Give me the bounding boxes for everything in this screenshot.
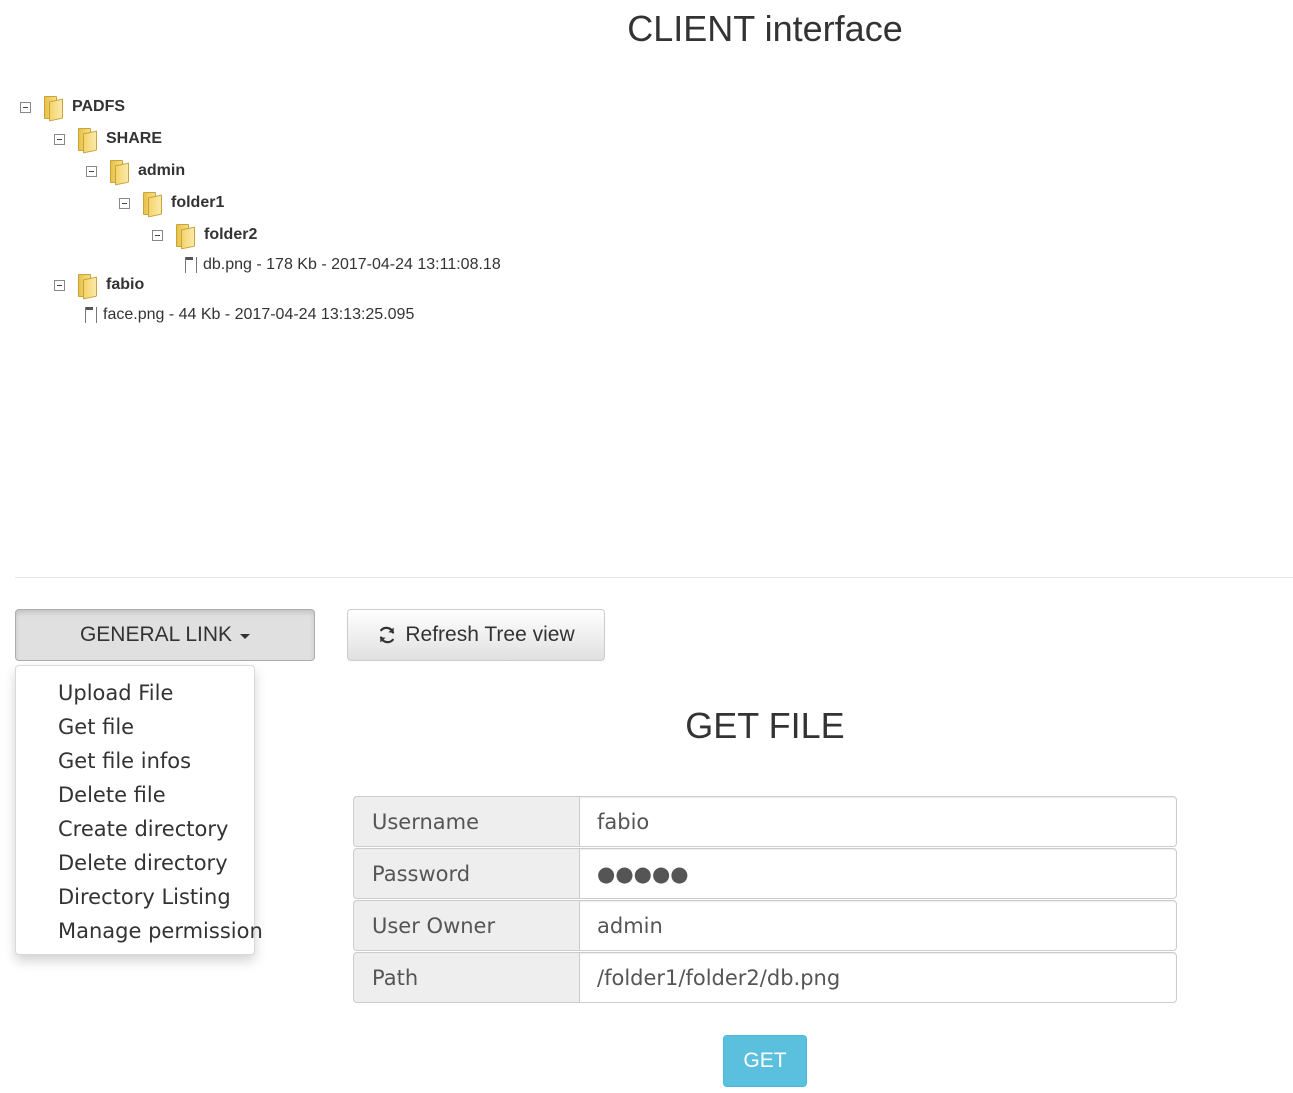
tree-file-label: db.png - 178 Kb - 2017-04-24 13:11:08.18 [203, 256, 501, 273]
menu-item-get-file[interactable]: Get file [56, 710, 254, 744]
path-label: Path [353, 952, 579, 1003]
tree-file-label: face.png - 44 Kb - 2017-04-24 13:13:25.0… [103, 306, 415, 323]
divider [15, 577, 1293, 578]
password-input[interactable] [579, 848, 1177, 899]
caret-down-icon [240, 634, 251, 639]
tree-node-padfs[interactable]: PADFS [20, 95, 126, 122]
password-label: Password [353, 848, 579, 899]
refresh-tree-button[interactable]: Refresh Tree view [347, 609, 605, 661]
menu-item-delete-directory[interactable]: Delete directory [56, 846, 254, 880]
collapse-toggle-icon[interactable] [152, 229, 163, 241]
general-link-dropdown-button[interactable]: GENERAL LINK [15, 609, 315, 661]
tree-node-label: admin [138, 162, 186, 179]
menu-item-directory-listing[interactable]: Directory Listing [56, 880, 254, 914]
tree-node-label: SHARE [106, 130, 163, 147]
tree-file-face[interactable]: face.png - 44 Kb - 2017-04-24 13:13:25.0… [85, 303, 414, 327]
tree-node-fabio[interactable]: fabio [54, 273, 145, 300]
tree-node-share[interactable]: SHARE [54, 127, 163, 154]
tree-node-label: folder2 [204, 226, 258, 243]
file-tree: PADFS SHARE admin folder1 folder2 db.png… [0, 0, 700, 340]
user-owner-label: User Owner [353, 900, 579, 951]
folder-icon [41, 95, 63, 122]
collapse-toggle-icon[interactable] [20, 101, 31, 113]
file-icon [85, 307, 97, 323]
tree-file-db[interactable]: db.png - 178 Kb - 2017-04-24 13:11:08.18 [185, 253, 501, 277]
user-owner-input[interactable] [579, 900, 1177, 951]
username-label: Username [353, 796, 579, 847]
path-row: Path [353, 952, 1177, 1003]
refresh-icon [380, 626, 395, 644]
tree-node-folder1[interactable]: folder1 [119, 191, 225, 218]
menu-item-create-directory[interactable]: Create directory [56, 812, 254, 846]
folder-icon [75, 127, 97, 154]
file-icon [185, 257, 197, 273]
folder-icon [107, 159, 129, 186]
collapse-toggle-icon[interactable] [86, 165, 97, 177]
general-link-menu: Upload File Get file Get file infos Dele… [15, 665, 263, 955]
tree-node-label: folder1 [171, 194, 225, 211]
path-input[interactable] [579, 952, 1177, 1003]
tree-node-admin[interactable]: admin [86, 159, 186, 186]
menu-item-get-file-infos[interactable]: Get file infos [56, 744, 254, 778]
general-link-label: GENERAL LINK [79, 623, 233, 646]
menu-item-upload-file[interactable]: Upload File [56, 676, 254, 710]
password-row: Password [353, 848, 1177, 899]
collapse-toggle-icon[interactable] [119, 197, 130, 209]
collapse-toggle-icon[interactable] [54, 133, 65, 145]
tree-node-folder2[interactable]: folder2 [152, 223, 258, 250]
folder-icon [173, 223, 195, 250]
tree-node-label: PADFS [72, 98, 126, 115]
user-owner-row: User Owner [353, 900, 1177, 951]
collapse-toggle-icon[interactable] [54, 279, 65, 291]
section-title: GET FILE [685, 705, 845, 746]
username-input[interactable] [579, 796, 1177, 847]
get-button[interactable]: GET [723, 1035, 807, 1087]
folder-icon [75, 273, 97, 300]
refresh-label: Refresh Tree view [405, 623, 575, 646]
folder-icon [140, 191, 162, 218]
menu-item-manage-permission[interactable]: Manage permission [56, 914, 263, 948]
menu-item-delete-file[interactable]: Delete file [56, 778, 254, 812]
username-row: Username [353, 796, 1177, 847]
tree-node-label: fabio [106, 276, 145, 293]
